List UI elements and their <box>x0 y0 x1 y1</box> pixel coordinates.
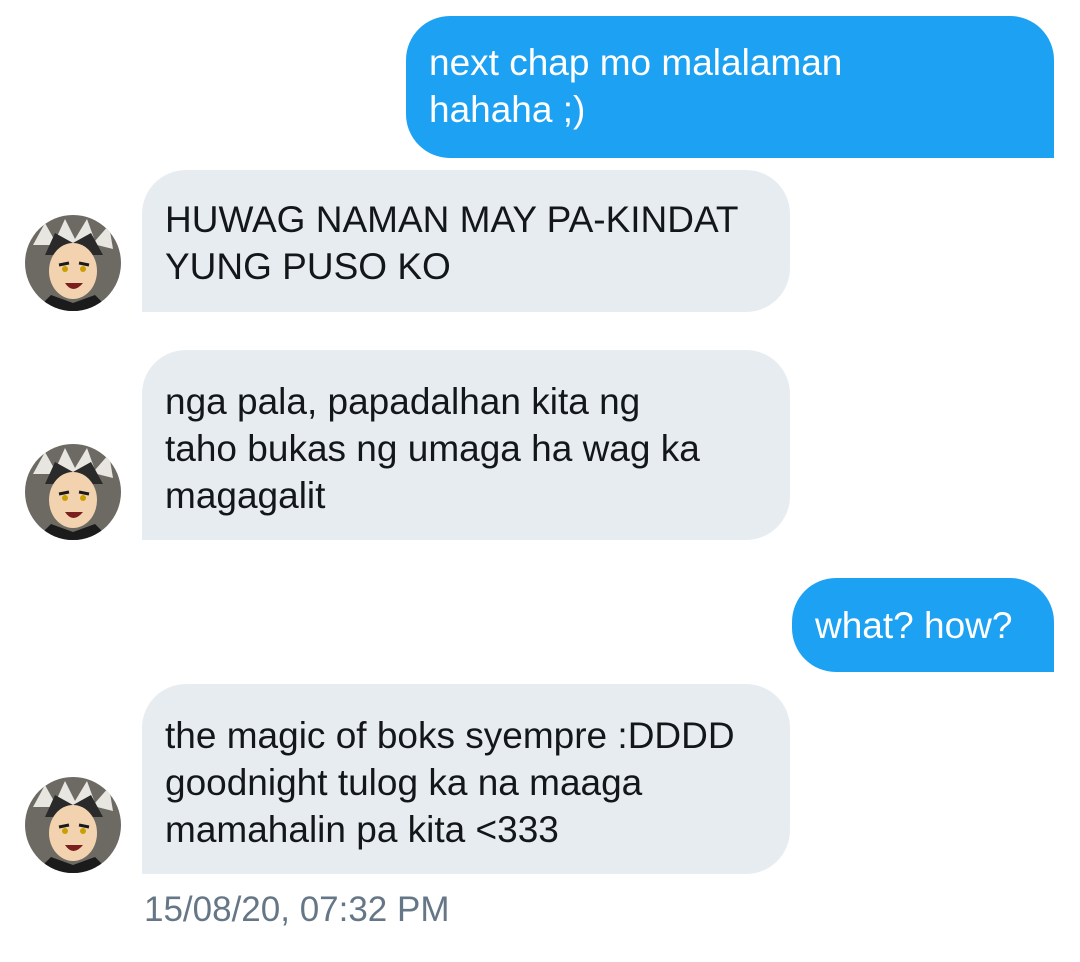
message-timestamp: 15/08/20, 07:32 PM <box>144 890 450 929</box>
incoming-message-bubble[interactable]: HUWAG NAMAN MAY PA-KINDAT YUNG PUSO KO <box>142 170 790 312</box>
incoming-message-bubble[interactable]: the magic of boks syempre :DDDD goodnigh… <box>142 684 790 874</box>
contact-avatar-icon[interactable] <box>25 777 121 873</box>
outgoing-message-bubble[interactable]: next chap mo malalaman hahaha ;) <box>406 16 1054 158</box>
contact-avatar-icon[interactable] <box>25 444 121 540</box>
outgoing-message-bubble[interactable]: what? how? <box>792 578 1054 672</box>
incoming-message-bubble[interactable]: nga pala, papadalhan kita ng taho bukas … <box>142 350 790 540</box>
contact-avatar-icon[interactable] <box>25 215 121 311</box>
